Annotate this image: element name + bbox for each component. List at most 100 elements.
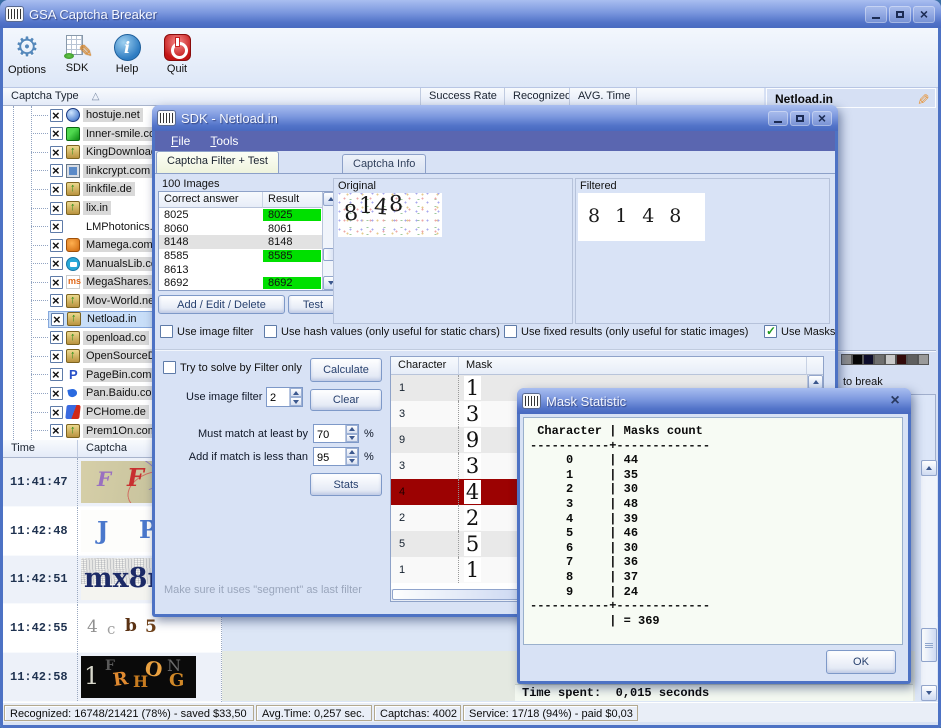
- help-button[interactable]: i Help: [107, 32, 147, 75]
- use-hash-values-checkbox[interactable]: Use hash values (only useful for static …: [264, 325, 500, 338]
- item-checkbox[interactable]: [50, 109, 63, 122]
- color-swatch[interactable]: [841, 354, 852, 365]
- item-checkbox[interactable]: [50, 406, 63, 419]
- checkbox-unchecked[interactable]: [163, 361, 176, 374]
- answer-row-selected[interactable]: 8148 8148: [159, 235, 322, 249]
- item-checkbox[interactable]: [50, 276, 63, 289]
- history-row[interactable]: 11:42:58 1 F R H O G N: [3, 653, 221, 702]
- image-filter-value[interactable]: [267, 388, 289, 406]
- answer-row[interactable]: 8692 8692: [159, 276, 322, 290]
- try-filter-only-checkbox[interactable]: Try to solve by Filter only: [163, 361, 302, 374]
- answer-row[interactable]: 8585 8585: [159, 249, 322, 263]
- spin-down-button[interactable]: [346, 434, 358, 443]
- tab-captcha-filter-test[interactable]: Captcha Filter + Test: [156, 151, 279, 173]
- item-checkbox[interactable]: [50, 202, 63, 215]
- spin-up-button[interactable]: [290, 388, 302, 397]
- checkbox-unchecked[interactable]: [504, 325, 517, 338]
- color-swatch[interactable]: [896, 354, 907, 365]
- must-match-spinner[interactable]: [313, 424, 359, 443]
- spin-down-button[interactable]: [290, 397, 302, 406]
- column-captcha-type[interactable]: Captcha Type △: [3, 88, 421, 106]
- column-avg-time[interactable]: AVG. Time: [570, 88, 637, 106]
- column-recognized[interactable]: Recognized: [505, 88, 570, 106]
- sdk-titlebar[interactable]: SDK - Netload.in ×: [152, 105, 838, 131]
- tab-captcha-info[interactable]: Captcha Info: [342, 154, 426, 173]
- checkbox-checked[interactable]: [764, 325, 777, 338]
- use-masks-checkbox[interactable]: Use Masks: [764, 325, 835, 338]
- color-swatch[interactable]: [907, 354, 918, 365]
- close-button[interactable]: ×: [913, 6, 935, 23]
- options-button[interactable]: ⚙ Options: [7, 32, 47, 76]
- item-checkbox[interactable]: [50, 424, 63, 437]
- spin-down-button[interactable]: [346, 457, 358, 466]
- item-checkbox[interactable]: [51, 313, 64, 326]
- mask-statistic-titlebar[interactable]: Mask Statistic ×: [517, 388, 911, 414]
- minimize-icon: [774, 121, 782, 123]
- image-filter-spinner[interactable]: [266, 387, 303, 407]
- checkbox-unchecked[interactable]: [160, 325, 173, 338]
- minimize-button[interactable]: [865, 6, 887, 23]
- scrollbar-thumb[interactable]: [392, 589, 520, 600]
- item-checkbox[interactable]: [50, 220, 63, 233]
- spin-up-button[interactable]: [346, 448, 358, 457]
- item-checkbox[interactable]: [50, 127, 63, 140]
- add-if-match-spinner[interactable]: [313, 447, 359, 466]
- use-image-filter-checkbox[interactable]: Use image filter: [160, 325, 253, 338]
- color-swatch[interactable]: [885, 354, 896, 365]
- test-button[interactable]: Test: [288, 295, 338, 314]
- column-result[interactable]: Result: [263, 192, 322, 208]
- item-checkbox[interactable]: [50, 183, 63, 196]
- package-icon: [66, 182, 80, 196]
- item-checkbox[interactable]: [50, 387, 63, 400]
- add-edit-delete-button[interactable]: Add / Edit / Delete: [158, 295, 285, 314]
- checkbox-unchecked[interactable]: [264, 325, 277, 338]
- color-swatch[interactable]: [874, 354, 885, 365]
- column-correct-answer[interactable]: Correct answer: [159, 192, 263, 208]
- use-fixed-results-checkbox[interactable]: Use fixed results (only useful for stati…: [504, 325, 748, 338]
- column-time[interactable]: Time: [3, 440, 78, 458]
- pagebin-icon: [66, 368, 80, 382]
- scroll-down-button[interactable]: [921, 685, 937, 701]
- item-checkbox[interactable]: [50, 331, 63, 344]
- color-swatch[interactable]: [863, 354, 874, 365]
- sdk-minimize-button[interactable]: [768, 111, 788, 126]
- mask-statistic-close-button[interactable]: ×: [885, 392, 905, 410]
- menu-tools[interactable]: Tools: [202, 132, 246, 150]
- sdk-button[interactable]: ✎ SDK: [57, 32, 97, 74]
- maximize-button[interactable]: [889, 6, 911, 23]
- stats-button[interactable]: Stats: [310, 473, 382, 496]
- column-mask[interactable]: Mask: [459, 357, 807, 375]
- main-scrollbar[interactable]: [921, 460, 937, 701]
- color-swatch[interactable]: [852, 354, 863, 365]
- item-checkbox[interactable]: [50, 146, 63, 159]
- item-checkbox[interactable]: [50, 368, 63, 381]
- sdk-maximize-button[interactable]: [790, 111, 810, 126]
- sdk-close-button[interactable]: ×: [812, 111, 832, 126]
- clear-button[interactable]: Clear: [310, 389, 382, 411]
- captcha-letter: 4: [87, 617, 98, 637]
- answer-row[interactable]: 8060 8061: [159, 222, 322, 236]
- quit-button[interactable]: Quit: [157, 32, 197, 75]
- item-checkbox[interactable]: [50, 257, 63, 270]
- item-checkbox[interactable]: [50, 294, 63, 307]
- answer-row[interactable]: 8025 8025: [159, 208, 322, 222]
- item-checkbox[interactable]: [50, 350, 63, 363]
- must-match-value[interactable]: [314, 425, 345, 442]
- menu-file[interactable]: File: [163, 132, 198, 150]
- main-titlebar[interactable]: GSA Captcha Breaker ×: [0, 0, 941, 28]
- item-checkbox[interactable]: [50, 164, 63, 177]
- scrollbar-thumb[interactable]: [921, 628, 937, 662]
- column-success-rate[interactable]: Success Rate: [421, 88, 505, 106]
- ok-button[interactable]: OK: [826, 650, 896, 674]
- answer-row[interactable]: 8613: [159, 263, 322, 277]
- item-checkbox[interactable]: [50, 239, 63, 252]
- color-swatch[interactable]: [918, 354, 929, 365]
- scroll-up-button[interactable]: [921, 460, 937, 476]
- add-if-match-value[interactable]: [314, 448, 345, 465]
- edit-pencil-icon[interactable]: ✎: [917, 91, 930, 109]
- scroll-up-button[interactable]: [808, 375, 823, 389]
- result-cell: 8585: [263, 250, 321, 262]
- calculate-button[interactable]: Calculate: [310, 358, 382, 382]
- spin-up-button[interactable]: [346, 425, 358, 434]
- column-character[interactable]: Character: [391, 357, 459, 375]
